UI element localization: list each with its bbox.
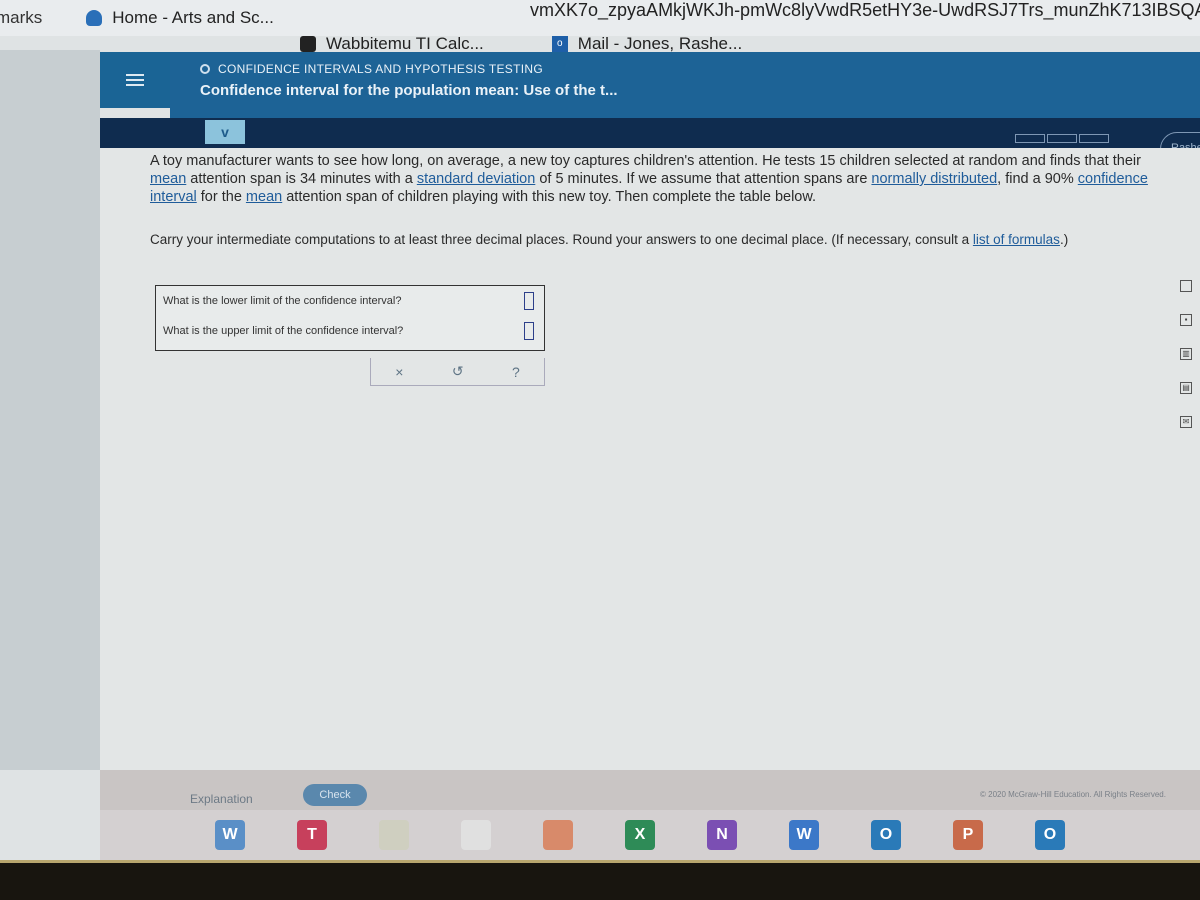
progress-indicator: [1015, 134, 1111, 143]
bookmark-home-arts[interactable]: Home - Arts and Sc...: [86, 8, 274, 28]
instruction-text: Carry your intermediate computations to …: [150, 232, 973, 247]
glossary-link[interactable]: standard deviation: [417, 171, 536, 187]
bookmarks-label: marks: [0, 8, 43, 27]
table-row: What is the upper limit of the confidenc…: [156, 316, 544, 346]
kicker-text: CONFIDENCE INTERVALS AND HYPOTHESIS TEST…: [218, 62, 543, 76]
answer-table: What is the lower limit of the confidenc…: [155, 285, 545, 351]
problem-text: attention span of children playing with …: [282, 189, 817, 205]
outlook-icon[interactable]: O: [871, 820, 901, 850]
table-icon[interactable]: ▥: [1180, 348, 1192, 360]
url-fragment: vmXK7o_zpyaAMkjWKJh-pmWc8lyVwdR5etHY3e-U…: [530, 0, 1200, 20]
answer-actions: × ↺ ?: [370, 358, 545, 386]
mail-icon[interactable]: ✉: [1180, 416, 1192, 428]
clear-button[interactable]: ×: [395, 364, 403, 380]
bookmark-mail[interactable]: o Mail - Jones, Rashe...: [551, 34, 743, 54]
word-icon[interactable]: W: [789, 820, 819, 850]
instructions: Carry your intermediate computations to …: [150, 232, 1160, 247]
typing-app-icon[interactable]: T: [297, 820, 327, 850]
upper-limit-input[interactable]: [524, 322, 534, 340]
calculator-icon[interactable]: ▪: [1180, 314, 1192, 326]
file-icon[interactable]: [379, 820, 409, 850]
onedrive-icon[interactable]: O: [1035, 820, 1065, 850]
lower-limit-input[interactable]: [524, 292, 534, 310]
hamburger-icon: [126, 71, 144, 89]
left-panel: [0, 50, 100, 770]
glossary-link[interactable]: normally distributed: [871, 171, 997, 187]
problem-text: for the: [196, 189, 246, 205]
bookmark-label: Home - Arts and Sc...: [112, 8, 274, 27]
side-toolbar: ▪ ▥ ▤ ✉: [1180, 280, 1192, 450]
bookmark-wabbitemu[interactable]: Wabbitemu TI Calc...: [300, 34, 484, 54]
document-icon[interactable]: ▤: [1180, 382, 1192, 394]
progress-segment: [1015, 134, 1045, 143]
problem-statement: A toy manufacturer wants to see how long…: [150, 152, 1160, 206]
copyright-text: © 2020 McGraw-Hill Education. All Rights…: [980, 790, 1166, 799]
expand-button[interactable]: v: [205, 120, 245, 144]
bookmarks-row-2: Wabbitemu TI Calc... o Mail - Jones, Ras…: [300, 34, 770, 54]
help-button[interactable]: ?: [512, 364, 520, 380]
upper-limit-label: What is the upper limit of the confidenc…: [163, 325, 404, 337]
formulas-link[interactable]: list of formulas: [973, 232, 1060, 247]
topic-kicker: CONFIDENCE INTERVALS AND HYPOTHESIS TEST…: [200, 62, 1200, 76]
wolfram-icon[interactable]: W: [215, 820, 245, 850]
problem-text: of 5 minutes. If we assume that attentio…: [535, 171, 872, 187]
calculator-icon: [300, 36, 316, 52]
chevron-down-icon: v: [221, 124, 229, 140]
onenote-icon[interactable]: N: [707, 820, 737, 850]
app-header: CONFIDENCE INTERVALS AND HYPOTHESIS TEST…: [170, 52, 1200, 118]
check-button[interactable]: Check: [303, 784, 367, 806]
page-title: Confidence interval for the population m…: [200, 82, 618, 99]
book-icon[interactable]: [1180, 280, 1192, 292]
progress-circle-icon: [200, 64, 210, 74]
progress-segment: [1047, 134, 1077, 143]
glossary-link[interactable]: mean: [246, 189, 282, 205]
bookmark-label: Mail - Jones, Rashe...: [577, 34, 743, 53]
explanation-button[interactable]: Explanation: [190, 792, 253, 806]
powerpoint-icon[interactable]: P: [953, 820, 983, 850]
excel-icon[interactable]: X: [625, 820, 655, 850]
problem-text: , find a 90%: [997, 171, 1078, 187]
instruction-end: .): [1059, 232, 1069, 247]
cloud-icon: [86, 10, 103, 26]
undo-button[interactable]: ↺: [452, 363, 464, 380]
taskbar: WTXNWOPO: [100, 810, 1200, 860]
header-subbar: [100, 118, 1200, 148]
outlook-icon: o: [551, 36, 568, 52]
problem-text: A toy manufacturer wants to see how long…: [150, 153, 1141, 169]
lower-limit-label: What is the lower limit of the confidenc…: [163, 295, 402, 307]
firefox-icon[interactable]: [543, 820, 573, 850]
bookmark-label: Wabbitemu TI Calc...: [326, 34, 484, 53]
progress-segment: [1079, 134, 1109, 143]
menu-button[interactable]: [100, 52, 170, 108]
monitor-bezel: [0, 860, 1200, 900]
glossary-link[interactable]: mean: [150, 171, 186, 187]
chrome-icon[interactable]: [461, 820, 491, 850]
problem-text: attention span is 34 minutes with a: [186, 171, 417, 187]
table-row: What is the lower limit of the confidenc…: [156, 286, 544, 316]
screen: marks Home - Arts and Sc... vmXK7o_zpyaA…: [0, 0, 1200, 860]
